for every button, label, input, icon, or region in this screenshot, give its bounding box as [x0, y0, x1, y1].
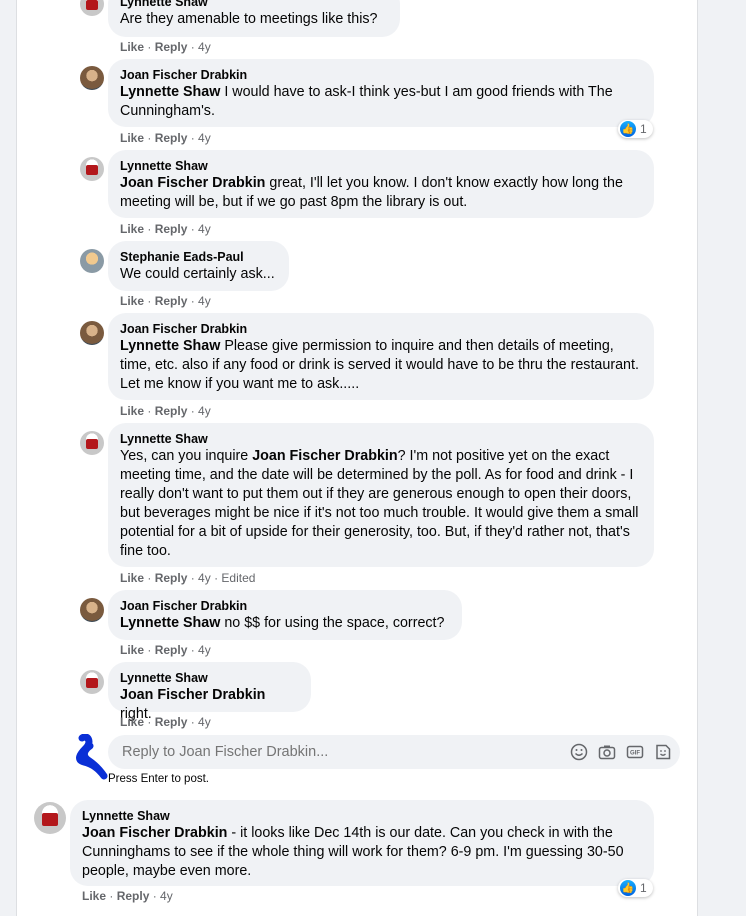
timestamp[interactable]: 4y: [198, 131, 211, 145]
press-enter-hint: Press Enter to post.: [108, 773, 209, 785]
like-reaction-icon: 👍: [620, 121, 636, 137]
svg-text:GIF: GIF: [630, 751, 640, 757]
like-link[interactable]: Like: [120, 40, 144, 54]
like-link[interactable]: Like: [120, 294, 144, 308]
comment-author[interactable]: Lynnette Shaw: [120, 670, 299, 686]
avatar[interactable]: [80, 249, 104, 273]
avatar[interactable]: [80, 321, 104, 345]
comment-actions: Like · Reply · 4y: [120, 404, 211, 418]
camera-icon[interactable]: [598, 743, 616, 761]
timestamp[interactable]: 4y: [198, 715, 211, 729]
like-link[interactable]: Like: [120, 404, 144, 418]
mention-link[interactable]: Joan Fischer Drabkin: [252, 448, 397, 464]
like-link[interactable]: Like: [120, 131, 144, 145]
like-link[interactable]: Like: [120, 571, 144, 585]
reply-link[interactable]: Reply: [117, 889, 150, 903]
comment-text: ? I'm not positive yet on the exact meet…: [120, 448, 639, 559]
reply-link[interactable]: Reply: [155, 404, 188, 418]
comment-actions: Like · Reply · 4y: [120, 715, 211, 729]
timestamp[interactable]: 4y: [198, 571, 211, 585]
gif-icon[interactable]: GIF: [626, 743, 644, 761]
like-link[interactable]: Like: [82, 889, 106, 903]
comment-bubble: Stephanie Eads-Paul We could certainly a…: [108, 241, 289, 291]
comment-bubble: Joan Fischer Drabkin Lynnette Shaw no $$…: [108, 590, 462, 640]
reaction-number: 1: [640, 122, 647, 136]
avatar[interactable]: [80, 157, 104, 181]
reaction-count[interactable]: 👍 1: [618, 879, 653, 897]
comment-author[interactable]: Lynnette Shaw: [120, 0, 388, 10]
reaction-number: 1: [640, 881, 647, 895]
reply-link[interactable]: Reply: [155, 643, 188, 657]
comment-author[interactable]: Lynnette Shaw: [82, 808, 642, 824]
comment-bubble: Lynnette Shaw Joan Fischer Drabkin great…: [108, 150, 654, 218]
reply-link[interactable]: Reply: [155, 715, 188, 729]
comment-actions: Like · Reply · 4y: [120, 294, 211, 308]
mention-link[interactable]: Joan Fischer Drabkin: [82, 825, 227, 841]
like-link[interactable]: Like: [120, 715, 144, 729]
avatar[interactable]: [80, 598, 104, 622]
reply-composer: GIF: [108, 735, 680, 769]
timestamp[interactable]: 4y: [198, 404, 211, 418]
reaction-count[interactable]: 👍 1: [618, 120, 653, 138]
reply-input[interactable]: [120, 743, 524, 761]
timestamp[interactable]: 4y: [198, 294, 211, 308]
like-link[interactable]: Like: [120, 643, 144, 657]
comment-actions: Like · Reply · 4y · Edited: [120, 571, 256, 585]
reply-link[interactable]: Reply: [155, 40, 188, 54]
mention-link[interactable]: Lynnette Shaw: [120, 338, 220, 354]
comment-author[interactable]: Stephanie Eads-Paul: [120, 249, 277, 265]
reply-link[interactable]: Reply: [155, 222, 188, 236]
reply-link[interactable]: Reply: [155, 571, 188, 585]
mention-link[interactable]: Lynnette Shaw: [120, 84, 220, 100]
comment-actions: Like · Reply · 4y: [82, 889, 173, 903]
avatar[interactable]: [80, 66, 104, 90]
comment-author[interactable]: Joan Fischer Drabkin: [120, 598, 450, 614]
comment-author[interactable]: Lynnette Shaw: [120, 431, 642, 447]
comment-author[interactable]: Lynnette Shaw: [120, 158, 642, 174]
sticker-icon[interactable]: [654, 743, 672, 761]
comment-author[interactable]: Joan Fischer Drabkin: [120, 321, 642, 337]
timestamp[interactable]: 4y: [198, 40, 211, 54]
comment-bubble: Joan Fischer Drabkin Lynnette Shaw I wou…: [108, 59, 654, 127]
avatar[interactable]: [80, 431, 104, 455]
mention-link[interactable]: Joan Fischer Drabkin: [120, 687, 265, 703]
comment-actions: Like · Reply · 4y: [120, 131, 211, 145]
timestamp[interactable]: 4y: [198, 222, 211, 236]
composer-icons: GIF: [570, 743, 672, 761]
comment-bubble: Lynnette Shaw Yes, can you inquire Joan …: [108, 423, 654, 567]
like-link[interactable]: Like: [120, 222, 144, 236]
comment-author[interactable]: Joan Fischer Drabkin: [120, 67, 642, 83]
comment-actions: Like · Reply · 4y: [120, 40, 211, 54]
avatar[interactable]: [34, 802, 66, 834]
comment-bubble: Lynnette Shaw Joan Fischer Drabkin right…: [108, 662, 311, 722]
timestamp[interactable]: 4y: [160, 889, 173, 903]
like-reaction-icon: 👍: [620, 880, 636, 896]
comment-actions: Like · Reply · 4y: [120, 222, 211, 236]
comment-bubble: Lynnette Shaw Joan Fischer Drabkin - it …: [70, 800, 654, 886]
avatar[interactable]: [80, 670, 104, 694]
comment-text-start: Yes, can you inquire: [120, 448, 253, 464]
comment-text: We could certainly ask...: [120, 266, 275, 282]
comment-actions: Like · Reply · 4y: [120, 643, 211, 657]
mention-link[interactable]: Joan Fischer Drabkin: [120, 175, 265, 191]
edited-label[interactable]: Edited: [221, 571, 255, 585]
comment-text: no $$ for using the space, correct?: [220, 615, 445, 631]
reply-link[interactable]: Reply: [155, 294, 188, 308]
comment-bubble: Lynnette Shaw Are they amenable to meeti…: [108, 0, 400, 37]
reply-link[interactable]: Reply: [155, 131, 188, 145]
comment-bubble: Joan Fischer Drabkin Lynnette Shaw Pleas…: [108, 313, 654, 400]
emoji-icon[interactable]: [570, 743, 588, 761]
timestamp[interactable]: 4y: [198, 643, 211, 657]
comment-text: Are they amenable to meetings like this?: [120, 11, 378, 27]
mention-link[interactable]: Lynnette Shaw: [120, 615, 220, 631]
